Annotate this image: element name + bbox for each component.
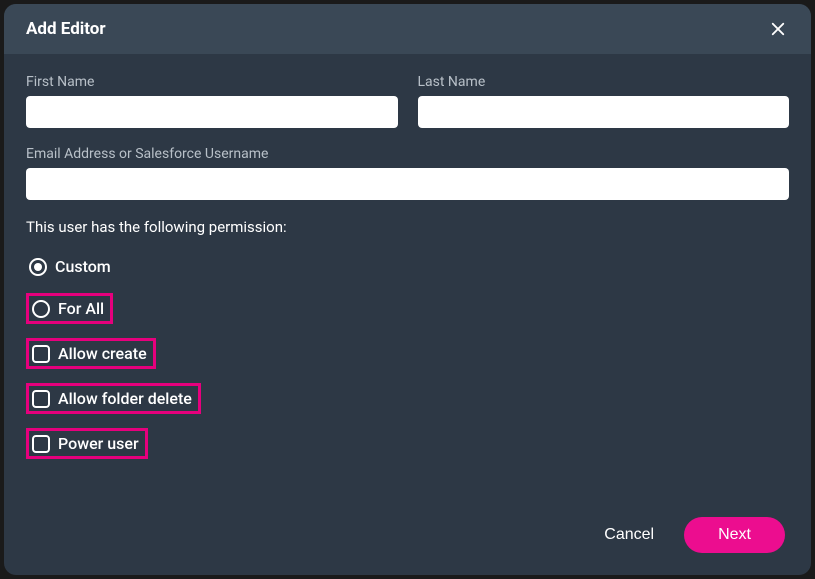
cancel-button[interactable]: Cancel xyxy=(604,526,654,544)
last-name-field-wrapper: Last Name xyxy=(418,74,790,128)
last-name-label: Last Name xyxy=(418,74,790,90)
email-input[interactable] xyxy=(26,168,789,200)
checkbox-icon xyxy=(32,435,50,453)
permission-power-user-label: Power user xyxy=(58,434,139,453)
checkbox-icon xyxy=(32,345,50,363)
email-field-wrapper: Email Address or Salesforce Username xyxy=(26,146,789,200)
checkbox-icon xyxy=(32,390,50,408)
permission-allow-create-label: Allow create xyxy=(58,344,147,363)
next-button[interactable]: Next xyxy=(684,517,785,553)
close-button[interactable] xyxy=(767,18,789,40)
radio-icon xyxy=(29,258,47,276)
permission-for-all-label: For All xyxy=(58,299,104,318)
modal-title: Add Editor xyxy=(26,19,106,39)
modal-footer: Cancel Next xyxy=(4,499,811,575)
permission-allow-folder-delete-checkbox[interactable]: Allow folder delete xyxy=(26,383,201,414)
permission-allow-create-checkbox[interactable]: Allow create xyxy=(26,338,156,369)
modal-body: First Name Last Name Email Address or Sa… xyxy=(4,54,811,499)
permission-power-user-checkbox[interactable]: Power user xyxy=(26,428,148,459)
radio-icon xyxy=(32,300,50,318)
modal-header: Add Editor xyxy=(4,4,811,54)
last-name-input[interactable] xyxy=(418,96,790,128)
permissions-heading: This user has the following permission: xyxy=(26,218,789,236)
permission-custom-radio[interactable]: Custom xyxy=(26,254,117,279)
first-name-input[interactable] xyxy=(26,96,398,128)
permission-custom-label: Custom xyxy=(55,257,111,276)
add-editor-modal: Add Editor First Name Last Name Email Ad… xyxy=(4,4,811,575)
permission-allow-folder-delete-label: Allow folder delete xyxy=(58,389,192,408)
first-name-field-wrapper: First Name xyxy=(26,74,398,128)
email-label: Email Address or Salesforce Username xyxy=(26,146,789,162)
permission-for-all-radio[interactable]: For All xyxy=(26,293,113,324)
first-name-label: First Name xyxy=(26,74,398,90)
close-icon xyxy=(769,20,787,38)
